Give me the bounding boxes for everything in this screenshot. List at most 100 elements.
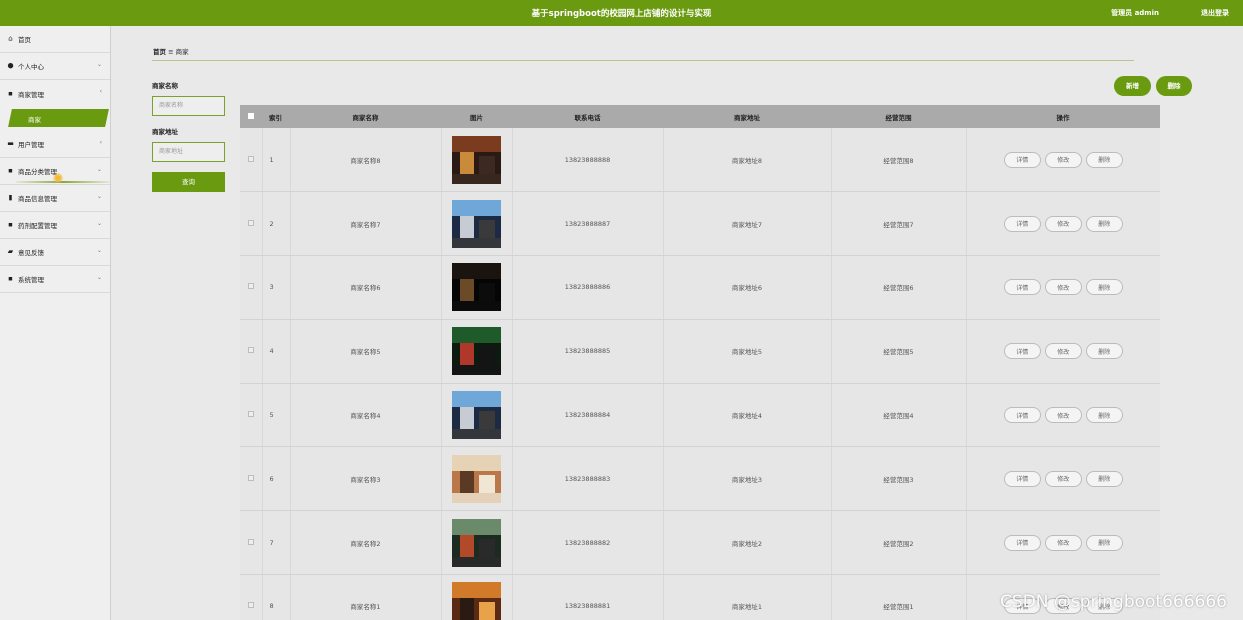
detail-button[interactable]: 详情	[1003, 470, 1041, 487]
row-index: 3	[262, 255, 291, 320]
menu-accent-line	[16, 181, 110, 183]
breadcrumb: 首页 ≡ 商家	[153, 46, 189, 56]
merchant-image	[441, 510, 513, 576]
merchant-name-input[interactable]	[152, 96, 225, 116]
main-content: 首页 ≡ 商家 商家名称 商家地址 查询 新增 删除 索引 商家名称 图片 联系…	[112, 26, 1243, 620]
grid-icon: ▪	[8, 166, 13, 175]
merchant-image	[441, 319, 513, 384]
delete-button[interactable]: 删除	[1085, 151, 1123, 168]
table-row: 4 商家名称5 13823888885 商家地址5 经营范围5 详情 修改 删除	[240, 319, 1160, 384]
neon-mall-photo	[452, 327, 501, 376]
merchant-name: 商家名称1	[290, 574, 442, 620]
merchant-address: 商家地址8	[663, 128, 832, 193]
merchant-phone: 13823888885	[512, 319, 664, 384]
breadcrumb-separator: ≡	[168, 48, 174, 56]
merchant-name: 商家名称5	[290, 319, 442, 384]
sidebar-item-personal-center[interactable]: ● 个人中心 ⌄	[0, 53, 110, 80]
row-actions: 详情 修改 删除	[966, 446, 1160, 512]
sidebar: ⌂ 首页 ● 个人中心 ⌄ ▪ 商家管理 ‹ 商家 ▬ 用户管理 ‹ ▪ 商品分…	[0, 26, 111, 620]
edit-button[interactable]: 修改	[1044, 215, 1082, 232]
detail-button[interactable]: 详情	[1003, 407, 1041, 424]
sidebar-item-label: 商品信息管理	[18, 195, 57, 203]
logout-link[interactable]: 退出登录	[1201, 8, 1229, 18]
sidebar-item-label: 首页	[18, 36, 31, 44]
row-checkbox[interactable]	[240, 191, 263, 257]
column-header-phone: 联系电话	[512, 105, 663, 128]
breadcrumb-current: 商家	[175, 48, 189, 56]
current-user[interactable]: 管理员 admin	[1111, 8, 1159, 18]
detail-button[interactable]: 详情	[1003, 534, 1041, 551]
merchant-image	[441, 255, 513, 320]
merchant-phone: 13823888887	[512, 191, 664, 257]
delete-button[interactable]: 删除	[1085, 470, 1123, 487]
row-index: 5	[262, 383, 291, 448]
sidebar-item-system-management[interactable]: ▪ 系统管理 ⌄	[0, 266, 110, 293]
edit-button[interactable]: 修改	[1044, 343, 1082, 360]
row-checkbox[interactable]	[240, 574, 263, 620]
edit-button[interactable]: 修改	[1044, 279, 1082, 296]
sidebar-item-user-management[interactable]: ▬ 用户管理 ‹	[0, 131, 110, 158]
select-all-checkbox[interactable]	[240, 105, 262, 128]
sidebar-item-merchant-management[interactable]: ▪ 商家管理 ‹	[0, 80, 110, 107]
merchant-name: 商家名称6	[290, 255, 442, 320]
delete-button[interactable]: 删除	[1085, 407, 1123, 424]
merchant-address-input[interactable]	[152, 142, 225, 162]
home-icon: ⌂	[8, 34, 13, 43]
merchant-phone: 13823888881	[512, 574, 664, 620]
row-checkbox[interactable]	[240, 128, 263, 193]
merchant-address: 商家地址2	[663, 510, 832, 576]
mall-atrium-photo	[452, 199, 501, 248]
person-icon: ●	[7, 61, 14, 70]
merchant-image	[441, 446, 513, 512]
merchant-scope: 经营范围4	[831, 383, 967, 448]
table-row: 3 商家名称6 13823888886 商家地址6 经营范围6 详情 修改 删除	[240, 255, 1160, 320]
delete-button[interactable]: 删除	[1085, 534, 1123, 551]
detail-button[interactable]: 详情	[1003, 343, 1041, 360]
column-header-address: 商家地址	[663, 105, 831, 128]
breadcrumb-home[interactable]: 首页	[153, 48, 166, 56]
edit-button[interactable]: 修改	[1044, 534, 1082, 551]
row-index: 6	[262, 446, 291, 512]
row-checkbox[interactable]	[240, 255, 263, 320]
detail-button[interactable]: 详情	[1003, 151, 1041, 168]
row-checkbox[interactable]	[240, 446, 263, 512]
merchant-address: 商家地址4	[663, 383, 832, 448]
chevron-down-icon: ⌄	[96, 166, 102, 173]
edit-button[interactable]: 修改	[1044, 470, 1082, 487]
sidebar-subitem-merchant[interactable]: 商家	[0, 109, 110, 129]
merchant-scope: 经营范围6	[831, 255, 967, 320]
grid-icon: ▪	[8, 220, 13, 229]
sidebar-item-feedback[interactable]: ▰ 意见反馈 ⌄	[0, 239, 110, 266]
query-button[interactable]: 查询	[152, 172, 225, 192]
mouse-cursor-icon	[53, 173, 63, 183]
detail-button[interactable]: 详情	[1003, 279, 1041, 296]
table-header-row: 索引 商家名称 图片 联系电话 商家地址 经营范围 操作	[240, 105, 1160, 128]
row-checkbox[interactable]	[240, 383, 263, 448]
doc-icon: ▮	[8, 193, 13, 202]
delete-button[interactable]: 删除	[1085, 279, 1123, 296]
batch-delete-button[interactable]: 删除	[1156, 76, 1192, 96]
edit-button[interactable]: 修改	[1044, 407, 1082, 424]
merchant-scope: 经营范围5	[831, 319, 967, 384]
chevron-down-icon: ⌄	[96, 193, 102, 200]
delete-button[interactable]: 删除	[1085, 343, 1123, 360]
detail-button[interactable]: 详情	[1003, 215, 1041, 232]
edit-button[interactable]: 修改	[1044, 151, 1082, 168]
merchant-name: 商家名称4	[290, 383, 442, 448]
row-checkbox[interactable]	[240, 319, 263, 384]
sidebar-item-config-management[interactable]: ▪ 药剂配置管理 ⌄	[0, 212, 110, 239]
row-checkbox[interactable]	[240, 510, 263, 576]
delete-button[interactable]: 删除	[1085, 215, 1123, 232]
sidebar-item-label: 用户管理	[18, 141, 44, 149]
sidebar-item-product-management[interactable]: ▮ 商品信息管理 ⌄	[0, 185, 110, 212]
merchant-phone: 13823888883	[512, 446, 664, 512]
sidebar-item-label: 商家管理	[18, 90, 44, 99]
sidebar-item-home[interactable]: ⌂ 首页	[0, 26, 110, 53]
row-index: 8	[262, 574, 291, 620]
sidebar-item-label: 系统管理	[18, 276, 44, 284]
table-row: 7 商家名称2 13823888882 商家地址2 经营范围2 详情 修改 删除	[240, 510, 1160, 576]
add-button[interactable]: 新增	[1114, 76, 1151, 96]
chat-icon: ▰	[7, 247, 14, 256]
merchant-name: 商家名称2	[290, 510, 442, 576]
merchant-address-label: 商家地址	[152, 128, 178, 136]
